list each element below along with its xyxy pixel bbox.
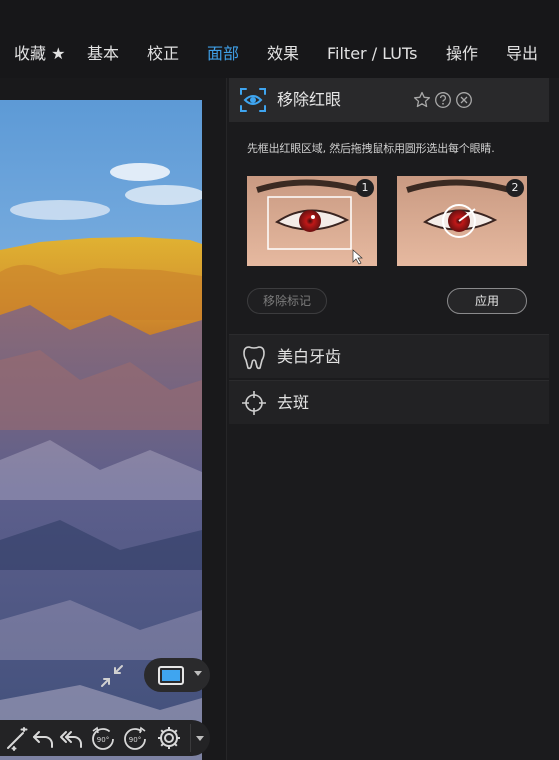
toolbar-divider [190,724,191,752]
single-view-icon [158,666,184,685]
section-label: 去斑 [277,393,310,412]
red-eye-instruction: 先框出红眼区域, 然后拖拽鼠标用圆形选出每个眼睛. [247,142,495,155]
rotate-right-label: 90° [129,736,141,744]
help-icon[interactable] [434,91,452,109]
red-eye-title: 移除红眼 [277,90,342,109]
tab-correction[interactable]: 校正 [147,44,179,64]
tab-effects[interactable]: 效果 [267,44,299,64]
edit-toolbar: 90° 90° [0,720,210,756]
rotate-right-90-icon[interactable]: 90° [122,725,148,751]
view-mode-button[interactable] [144,658,210,692]
image-canvas[interactable]: 90° 90° [0,78,226,760]
remove-marks-button[interactable]: 移除标记 [247,288,327,314]
apply-button[interactable]: 应用 [447,288,527,314]
toolbar-more-chevron-icon[interactable] [196,736,204,741]
tab-export[interactable]: 导出 [506,44,538,64]
tab-favorites[interactable]: 收藏 ★ [14,44,65,64]
section-blemish-removal[interactable]: 去斑 [229,380,549,424]
rotate-left-90-icon[interactable]: 90° [90,725,116,751]
red-eye-example-step-2: 2 [397,176,527,266]
top-bar: 收藏 ★ 基本 校正 面部 效果 Filter / LUTs 操作 导出 [0,0,559,78]
chevron-down-icon [194,671,202,676]
close-icon[interactable] [455,91,473,109]
tab-basic[interactable]: 基本 [87,44,119,64]
face-tools-panel: 移除红眼 先框出红眼区域, 然后拖拽鼠标用圆形选出每个眼睛. 1 2 移除标记 … [226,78,559,760]
magic-wand-icon[interactable] [4,725,30,751]
red-eye-icon [239,86,267,114]
undo-icon[interactable] [30,725,56,751]
red-eye-header[interactable]: 移除红眼 [229,78,549,122]
view-controls [82,658,210,694]
undo-all-icon[interactable] [58,725,84,751]
crosshair-icon [241,390,267,416]
tooth-icon [241,344,267,370]
section-label: 美白牙齿 [277,347,342,366]
tab-face[interactable]: 面部 [207,44,239,64]
settings-gear-icon[interactable] [156,725,182,751]
tab-filter-luts[interactable]: Filter / LUTs [327,44,417,64]
shrink-arrows-icon[interactable] [98,662,126,690]
red-eye-example-step-1: 1 [247,176,377,266]
rotate-left-label: 90° [97,736,109,744]
step-badge: 1 [356,179,374,197]
section-teeth-whitening[interactable]: 美白牙齿 [229,334,549,378]
red-eye-body: 先框出红眼区域, 然后拖拽鼠标用圆形选出每个眼睛. 1 2 移除标记 应用 [229,122,549,334]
tab-operations[interactable]: 操作 [446,44,478,64]
star-icon[interactable] [413,91,431,109]
step-badge: 2 [506,179,524,197]
